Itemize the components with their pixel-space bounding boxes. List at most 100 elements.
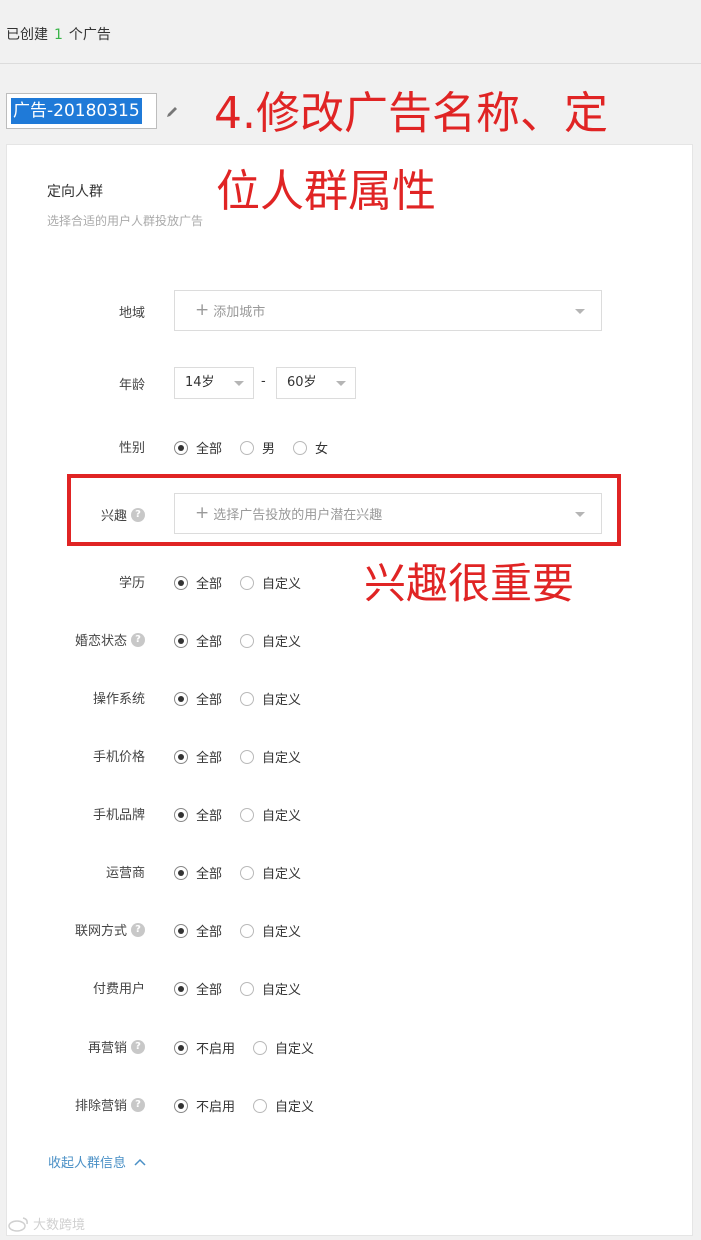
os-radio-group: 全部 自定义: [174, 689, 319, 708]
question-icon[interactable]: ?: [131, 507, 145, 522]
summary-count: 1: [54, 27, 63, 43]
radio-option-all[interactable]: 全部: [174, 573, 222, 592]
radio-checked[interactable]: [174, 749, 188, 764]
radio-option-custom[interactable]: 自定义: [240, 631, 301, 650]
plus-icon: +: [195, 300, 210, 320]
radio[interactable]: [293, 440, 308, 455]
radio[interactable]: [253, 1040, 268, 1055]
radio-option-custom[interactable]: 自定义: [240, 921, 301, 940]
radio-option-disabled[interactable]: 不启用: [174, 1096, 235, 1115]
caret-down-icon: [575, 308, 585, 314]
radio-option-all[interactable]: 全部: [174, 631, 222, 650]
exclude-marketing-label: 排除营销?: [75, 1095, 145, 1114]
radio[interactable]: [240, 865, 255, 880]
interest-label: 兴趣?: [101, 505, 145, 524]
education-label: 学历: [118, 576, 145, 591]
radio[interactable]: [240, 981, 255, 996]
age-separator: -: [261, 374, 266, 389]
interest-select[interactable]: + 选择广告投放的用户潜在兴趣: [174, 493, 602, 534]
question-icon[interactable]: ?: [131, 632, 145, 647]
radio-option-custom[interactable]: 自定义: [240, 573, 301, 592]
question-icon[interactable]: ?: [131, 1039, 145, 1054]
radio-checked[interactable]: [174, 633, 188, 648]
network-radio-group: 全部 自定义: [174, 921, 319, 940]
radio-option-all[interactable]: 全部: [174, 863, 222, 882]
radio-option-disabled[interactable]: 不启用: [174, 1038, 235, 1057]
interest-placeholder: 选择广告投放的用户潜在兴趣: [213, 508, 383, 523]
radio[interactable]: [240, 691, 255, 706]
phone-price-label: 手机价格: [92, 750, 145, 765]
annotation-title-line1: 4.修改广告名称、定: [214, 88, 608, 139]
phone-brand-radio-group: 全部 自定义: [174, 805, 319, 824]
age-min-value: 14岁: [185, 375, 215, 390]
phone-brand-label: 手机品牌: [92, 808, 145, 823]
radio-option-custom[interactable]: 自定义: [240, 863, 301, 882]
region-label: 地域: [118, 306, 145, 321]
age-label: 年龄: [118, 378, 145, 393]
radio-option-custom[interactable]: 自定义: [253, 1096, 314, 1115]
radio[interactable]: [240, 807, 255, 822]
gender-label: 性别: [118, 441, 145, 456]
radio[interactable]: [240, 575, 255, 590]
radio-checked[interactable]: [174, 981, 188, 996]
caret-down-icon: [575, 511, 585, 517]
radio[interactable]: [240, 633, 255, 648]
radio-checked[interactable]: [174, 691, 188, 706]
radio-checked[interactable]: [174, 807, 188, 822]
phone-price-radio-group: 全部 自定义: [174, 747, 319, 766]
paying-user-label: 付费用户: [92, 982, 145, 997]
age-min-select[interactable]: 14岁: [174, 367, 254, 399]
education-radio-group: 全部 自定义: [174, 573, 319, 592]
radio-option-custom[interactable]: 自定义: [240, 979, 301, 998]
radio-option-all[interactable]: 全部: [174, 747, 222, 766]
radio-option-custom[interactable]: 自定义: [240, 689, 301, 708]
gender-option-female[interactable]: 女: [293, 438, 328, 457]
radio-option-custom[interactable]: 自定义: [253, 1038, 314, 1057]
os-label: 操作系统: [92, 692, 145, 707]
caret-down-icon: [336, 381, 346, 386]
radio-checked[interactable]: [174, 575, 188, 590]
radio-option-all[interactable]: 全部: [174, 979, 222, 998]
radio-option-all[interactable]: 全部: [174, 805, 222, 824]
radio[interactable]: [240, 923, 255, 938]
radio-checked[interactable]: [174, 1098, 188, 1113]
annotation-interest-note: 兴趣很重要: [364, 559, 575, 608]
created-summary: 已创建 1 个广告: [6, 24, 111, 44]
carrier-radio-group: 全部 自定义: [174, 863, 319, 882]
radio-checked[interactable]: [174, 865, 188, 880]
marital-status-radio-group: 全部 自定义: [174, 631, 319, 650]
ad-name-value: 广告-20180315: [11, 98, 142, 124]
ad-name-input[interactable]: 广告-20180315: [6, 93, 157, 129]
radio-option-custom[interactable]: 自定义: [240, 747, 301, 766]
radio-option-all[interactable]: 全部: [174, 689, 222, 708]
age-max-value: 60岁: [287, 375, 317, 390]
watermark-text: 大数跨境: [33, 1218, 86, 1233]
chevron-up-icon: [134, 1158, 146, 1166]
radio-checked[interactable]: [174, 923, 188, 938]
radio-option-custom[interactable]: 自定义: [240, 805, 301, 824]
region-placeholder: 添加城市: [213, 305, 266, 320]
radio-checked[interactable]: [174, 1040, 188, 1055]
plus-icon: +: [195, 503, 210, 523]
collapse-audience-link[interactable]: 收起人群信息: [48, 1152, 146, 1171]
remarketing-label: 再营销?: [88, 1037, 145, 1056]
radio[interactable]: [240, 749, 255, 764]
question-icon[interactable]: ?: [131, 922, 145, 937]
gender-option-male[interactable]: 男: [240, 438, 275, 457]
section-subtitle: 选择合适的用户人群投放广告: [47, 214, 204, 228]
gender-option-all[interactable]: 全部: [174, 438, 222, 457]
age-max-select[interactable]: 60岁: [276, 367, 356, 399]
region-select[interactable]: + 添加城市: [174, 290, 602, 331]
radio-checked[interactable]: [174, 440, 188, 455]
pencil-icon[interactable]: [164, 104, 180, 120]
radio[interactable]: [253, 1098, 268, 1113]
marital-status-label: 婚恋状态?: [75, 630, 145, 649]
section-title: 定向人群: [47, 184, 103, 200]
carrier-label: 运营商: [105, 866, 145, 881]
watermark: 大数跨境: [8, 1214, 85, 1233]
radio-option-all[interactable]: 全部: [174, 921, 222, 940]
gender-radio-group: 全部 男 女: [174, 438, 346, 457]
top-bar: 已创建 1 个广告: [0, 0, 701, 64]
question-icon[interactable]: ?: [131, 1097, 145, 1112]
radio[interactable]: [240, 440, 255, 455]
